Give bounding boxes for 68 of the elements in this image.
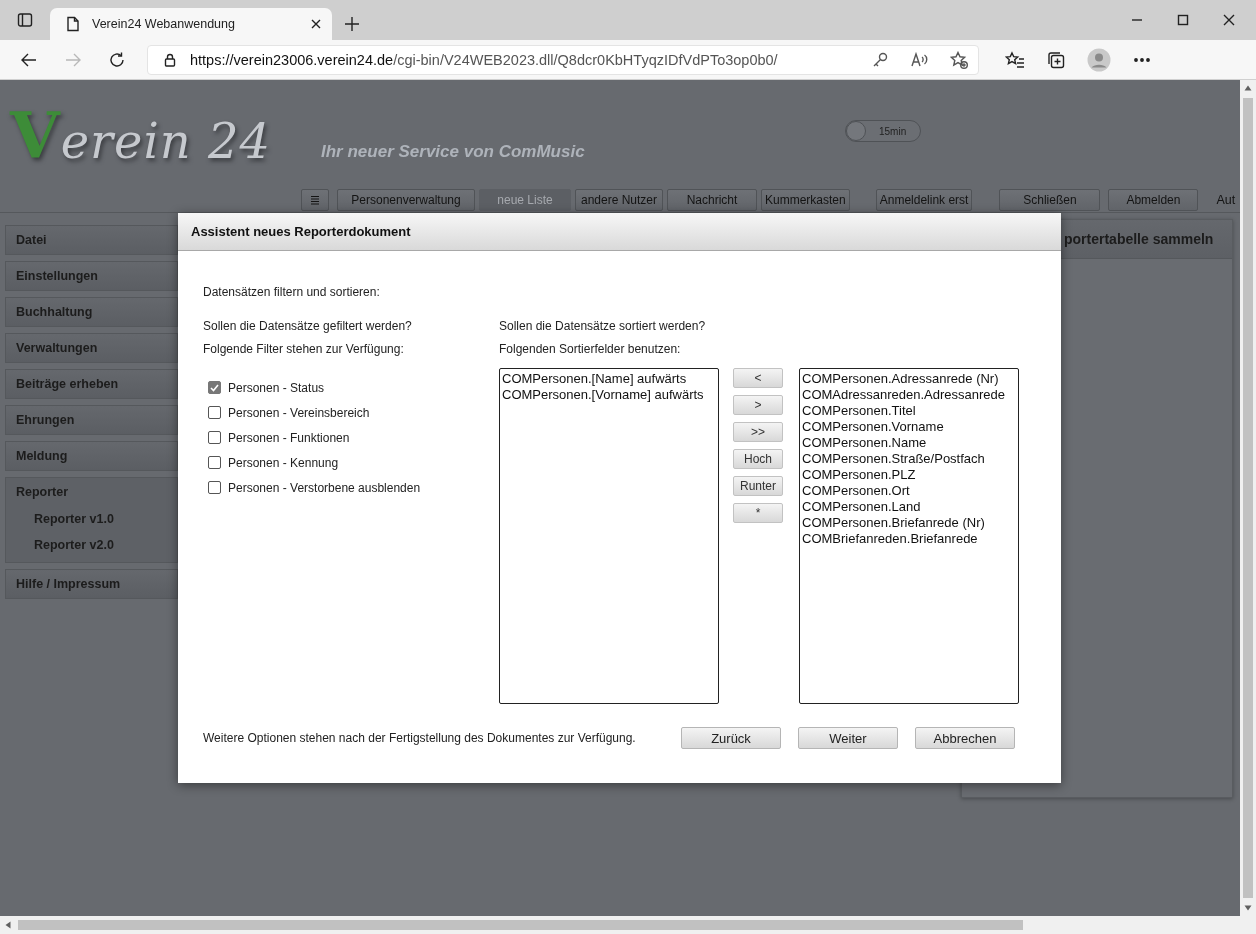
checkbox-label: Personen - Status bbox=[228, 380, 325, 395]
page-icon bbox=[66, 16, 80, 32]
list-item[interactable]: COMPersonen.[Name] aufwärts bbox=[502, 371, 716, 387]
menu-button[interactable] bbox=[301, 189, 329, 211]
checkbox-label: Personen - Funktionen bbox=[228, 430, 350, 445]
close-icon[interactable] bbox=[1223, 14, 1235, 26]
move-button[interactable]: >> bbox=[733, 422, 783, 442]
sort-hint: Folgenden Sortierfelder benutzen: bbox=[499, 342, 681, 356]
vertical-scrollbar[interactable] bbox=[1240, 80, 1256, 916]
collections-icon[interactable] bbox=[1047, 50, 1065, 69]
scroll-down-icon bbox=[1244, 904, 1252, 912]
list-item[interactable]: COMPersonen.Briefanrede (Nr) bbox=[802, 515, 1016, 531]
lock-icon bbox=[164, 52, 176, 67]
tagline: Ihr neuer Service von ComMusic bbox=[321, 142, 585, 162]
checkbox[interactable] bbox=[208, 381, 221, 394]
key-icon[interactable] bbox=[872, 51, 888, 68]
checkbox-label: Personen - Kennung bbox=[228, 455, 339, 470]
checkbox[interactable] bbox=[208, 406, 221, 419]
profile-avatar-icon[interactable] bbox=[1087, 47, 1111, 72]
move-button[interactable]: Runter bbox=[733, 476, 783, 496]
browser-tab[interactable]: Verein24 Webanwendung bbox=[50, 8, 332, 40]
selected-sort-list[interactable]: COMPersonen.[Name] aufwärts COMPersonen.[Vorname] aufwärts bbox=[499, 368, 719, 704]
menu-icon bbox=[311, 195, 319, 205]
move-button[interactable]: * bbox=[733, 503, 783, 523]
scroll-left-icon bbox=[4, 921, 12, 929]
maximize-icon[interactable] bbox=[1177, 14, 1189, 26]
checkbox[interactable] bbox=[208, 431, 221, 444]
address-bar[interactable]: https://verein23006.verein24.de/cgi-bin/V24WEB2023.dll/Q8dcr0KbHTyqzIDfVdPTo3op0b0/ bbox=[147, 44, 979, 75]
logo: Verein 24 bbox=[10, 98, 271, 173]
list-item[interactable]: COMPersonen.Name bbox=[802, 435, 1016, 451]
scroll-up-icon bbox=[1244, 84, 1252, 92]
list-item[interactable]: COMPersonen.Straße/Postfach bbox=[802, 451, 1016, 467]
dialog-button[interactable]: Zurück bbox=[681, 727, 781, 749]
check-icon bbox=[210, 383, 219, 392]
move-button[interactable]: Hoch bbox=[733, 449, 783, 469]
list-item[interactable]: COMPersonen.Adressanrede (Nr) bbox=[802, 371, 1016, 387]
list-item[interactable]: COMPersonen.Titel bbox=[802, 403, 1016, 419]
horizontal-scrollbar[interactable] bbox=[0, 916, 1256, 934]
list-item[interactable]: COMPersonen.Ort bbox=[802, 483, 1016, 499]
favorites-icon[interactable] bbox=[1005, 50, 1025, 69]
read-aloud-icon[interactable] bbox=[910, 51, 928, 68]
close-icon[interactable] bbox=[310, 18, 322, 30]
checkbox[interactable] bbox=[208, 481, 221, 494]
checkbox[interactable] bbox=[208, 456, 221, 469]
footer-note: Weitere Optionen stehen nach der Fertigstellung des Dokumentes zur Verfügung. bbox=[203, 731, 636, 745]
list-item[interactable]: COMPersonen.Land bbox=[802, 499, 1016, 515]
list-item[interactable]: COMPersonen.Vorname bbox=[802, 419, 1016, 435]
tab-actions-icon[interactable] bbox=[17, 12, 33, 28]
list-item[interactable]: COMBriefanreden.Briefanrede bbox=[802, 531, 1016, 547]
star-plus-icon[interactable] bbox=[950, 50, 968, 69]
dialog-button[interactable]: Weiter bbox=[798, 727, 898, 749]
reload-icon[interactable] bbox=[108, 50, 126, 69]
filter-question: Sollen die Datensätze gefiltert werden? bbox=[203, 319, 412, 333]
toolbar-label: Aut bbox=[1216, 193, 1236, 207]
checkbox-label: Personen - Verstorbene ausblenden bbox=[228, 480, 421, 495]
checkbox-label: Personen - Vereinsbereich bbox=[228, 405, 370, 420]
filter-hint: Folgende Filter stehen zur Verfügung: bbox=[203, 342, 404, 356]
available-fields-list[interactable] bbox=[799, 368, 1019, 704]
new-tab-icon[interactable] bbox=[344, 16, 360, 32]
dialog-title: Assistent neues Reporterdokument bbox=[178, 213, 1061, 251]
move-button[interactable]: < bbox=[733, 368, 783, 388]
list-item[interactable]: COMPersonen.PLZ bbox=[802, 467, 1016, 483]
sort-question: Sollen die Datensätze sortiert werden? bbox=[499, 319, 706, 333]
dialog-button[interactable]: Abbrechen bbox=[915, 727, 1015, 749]
intro-text: Datensätzen filtern und sortieren: bbox=[203, 285, 380, 299]
move-button[interactable]: > bbox=[733, 395, 783, 415]
list-item[interactable]: COMAdressanreden.Adressanrede bbox=[802, 387, 1016, 403]
list-item[interactable]: COMPersonen.[Vorname] aufwärts bbox=[502, 387, 716, 403]
